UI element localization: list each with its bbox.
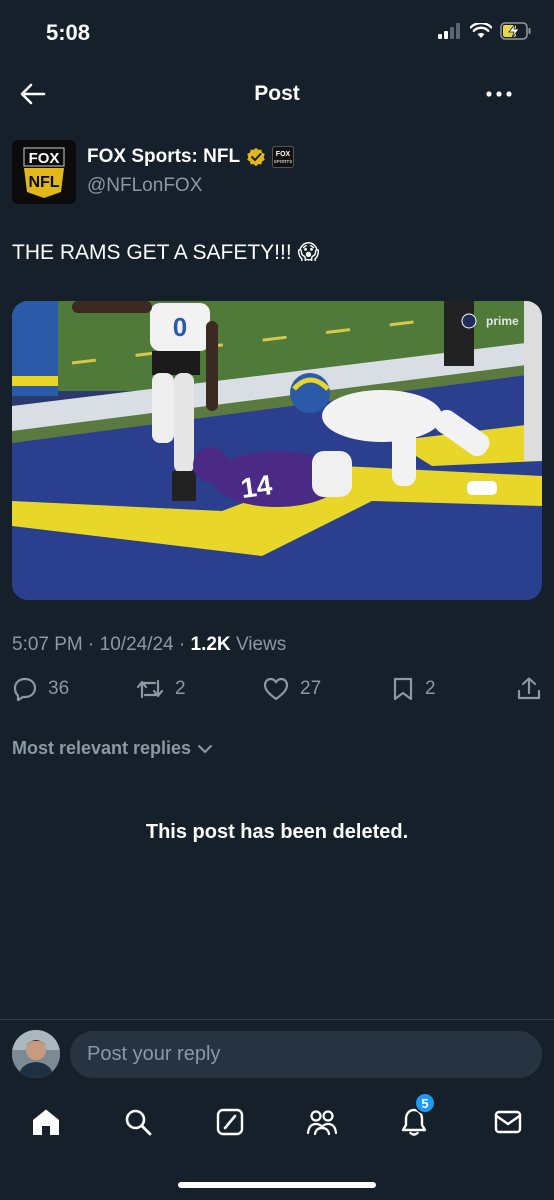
svg-text:NFL: NFL: [28, 174, 59, 191]
search-icon: [125, 1109, 152, 1136]
affiliate-badge-icon: FOX SPORTS: [272, 146, 295, 168]
bookmark-icon: [393, 677, 413, 701]
author-handle[interactable]: @NFLonFOX: [87, 175, 202, 197]
wifi-icon: [470, 23, 492, 38]
tab-home[interactable]: [26, 1102, 66, 1142]
page-title: Post: [254, 82, 300, 105]
author-avatar[interactable]: FOX NFL: [12, 140, 76, 204]
tab-messages[interactable]: [488, 1102, 528, 1142]
replies-sort-dropdown[interactable]: Most relevant replies: [12, 738, 213, 759]
svg-text:0: 0: [173, 312, 187, 342]
replies-sort-label: Most relevant replies: [12, 738, 192, 758]
fox-nfl-logo: FOX NFL: [12, 140, 76, 204]
home-indicator[interactable]: [178, 1182, 376, 1188]
top-bar: Post: [0, 70, 554, 118]
repost-button[interactable]: 2: [135, 676, 186, 702]
post-media[interactable]: 0 14 prime: [12, 301, 542, 600]
author-name-row: FOX Sports: NFL FOX SPORTS: [87, 146, 295, 168]
heart-icon: [263, 677, 289, 701]
repost-count: 2: [175, 678, 186, 699]
like-button[interactable]: 27: [262, 676, 321, 702]
bookmark-count: 2: [425, 678, 436, 699]
post-time: 5:07 PM: [12, 634, 83, 655]
deleted-post-message: This post has been deleted.: [145, 821, 409, 843]
home-icon: [33, 1109, 59, 1135]
battery-charging-icon: [500, 22, 531, 40]
reply-bar: [0, 1028, 554, 1082]
author-name[interactable]: FOX Sports: NFL: [87, 146, 240, 168]
meta-separator: ·: [178, 634, 191, 655]
status-bar: 5:08: [0, 0, 554, 62]
mail-icon: [494, 1110, 522, 1134]
grok-icon: [216, 1108, 244, 1136]
svg-text:prime: prime: [486, 314, 519, 328]
tab-grok[interactable]: [210, 1102, 250, 1142]
user-avatar-image: [12, 1030, 60, 1078]
my-avatar[interactable]: [12, 1030, 60, 1078]
post-text: THE RAMS GET A SAFETY!!! 😱: [12, 241, 320, 264]
svg-text:FOX: FOX: [276, 151, 291, 158]
more-icon: [486, 91, 512, 97]
more-options-button[interactable]: [484, 82, 514, 106]
bookmark-button[interactable]: 2: [391, 676, 436, 702]
meta-separator: ·: [88, 634, 100, 655]
share-button[interactable]: [516, 676, 542, 702]
svg-text:FOX: FOX: [29, 150, 60, 167]
reply-icon: [13, 677, 37, 702]
football-photo: 0 14 prime: [12, 301, 542, 600]
share-icon: [517, 677, 541, 700]
like-count: 27: [300, 678, 322, 699]
svg-text:14: 14: [239, 469, 275, 504]
post-author: FOX NFL FOX Sports: NFL FOX SPORTS @NFLo…: [12, 140, 542, 204]
status-time: 5:08: [46, 20, 91, 45]
post-date: 10/24/24: [99, 634, 174, 655]
reply-input[interactable]: [70, 1031, 542, 1078]
svg-text:SPORTS: SPORTS: [274, 159, 292, 164]
chevron-down-icon: [198, 744, 213, 753]
post-meta: 5:07 PM · 10/24/24 · 1.2K Views: [12, 634, 286, 656]
verified-badge-icon: [247, 147, 265, 167]
cellular-signal-icon: [438, 23, 460, 39]
views-label[interactable]: Views: [236, 634, 286, 655]
reply-button[interactable]: 36: [12, 676, 69, 702]
repost-icon: [136, 679, 164, 699]
status-icons: [438, 22, 532, 40]
tab-communities[interactable]: [302, 1102, 342, 1142]
views-count[interactable]: 1.2K: [191, 634, 231, 655]
bottom-tab-bar: 5: [0, 1092, 554, 1152]
tab-search[interactable]: [118, 1102, 158, 1142]
tab-notifications[interactable]: 5: [394, 1092, 436, 1142]
notifications-badge: 5: [414, 1092, 436, 1114]
communities-icon: [306, 1110, 338, 1136]
divider: [0, 1019, 554, 1020]
reply-count: 36: [48, 678, 70, 699]
action-row: 36 2 27 2: [12, 676, 542, 710]
